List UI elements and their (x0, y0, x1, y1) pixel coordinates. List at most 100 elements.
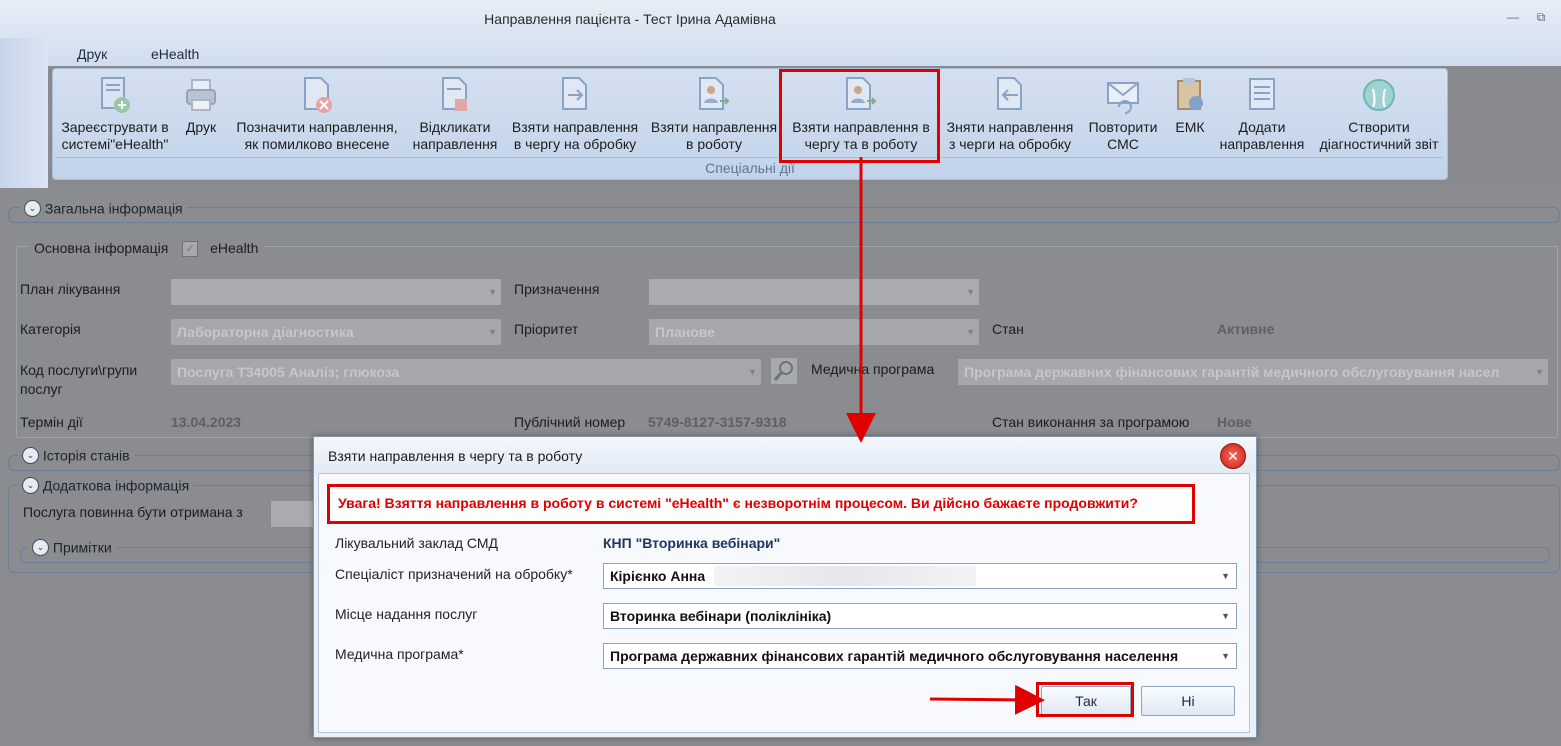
chevron-down-icon: ▼ (488, 327, 497, 337)
take-to-queue-button[interactable]: Взяти направлення в чергу на обробку (506, 75, 644, 161)
public-number-value: 5749-8127-3157-9318 (648, 414, 787, 430)
menu-bar: Друк eHealth (0, 38, 1561, 66)
facility-label: Лікувальний заклад СМД (335, 535, 498, 551)
emk-icon (1177, 78, 1203, 110)
service-code-label-line1: Код послуги\групи (20, 362, 138, 378)
confirm-dialog: Взяти направлення в чергу та в роботу ✕ … (313, 436, 1257, 738)
purpose-select[interactable]: ▼ (648, 278, 980, 306)
restore-button[interactable]: ⧉ (1534, 10, 1548, 24)
take-to-work-button[interactable]: Взяти направлення в роботу (648, 75, 780, 161)
chevron-down-icon: ▼ (748, 367, 757, 377)
ehealth-checkbox[interactable]: ✓ (182, 241, 199, 258)
ribbon-separator (55, 157, 1443, 158)
search-icon (773, 361, 793, 381)
general-section-title: Загальна інформація (44, 200, 183, 217)
place-value: Вторинка вебінари (поліклініка) (610, 608, 832, 624)
chevron-down-icon: ▼ (488, 287, 497, 297)
sms-icon (1107, 82, 1139, 114)
facility-value: КНП "Вторинка вебінари" (603, 535, 781, 551)
minimize-button[interactable]: — (1506, 10, 1520, 24)
notes-section-header[interactable]: ⌄ Примітки (28, 538, 116, 556)
notes-section-title: Примітки (52, 539, 112, 556)
revoke-label2: направлення (412, 136, 498, 152)
chevron-down-icon: ▼ (1221, 651, 1230, 661)
mark-error-label1: Позначити направлення, (236, 119, 398, 135)
service-code-label: Код послуги\групи послуг (20, 361, 137, 399)
chevron-down-icon: ▼ (1535, 367, 1544, 377)
mark-error-icon (304, 77, 332, 113)
emk-button[interactable]: ЕМК (1165, 75, 1215, 161)
register-icon (101, 77, 130, 113)
menu-ehealth[interactable]: eHealth (151, 46, 199, 62)
history-section-header[interactable]: ⌄ Історія станів (18, 446, 134, 464)
no-button[interactable]: Ні (1141, 686, 1235, 716)
priority-select[interactable]: Планове ▼ (648, 318, 980, 346)
program-value: Програма державних фінансових гарантій м… (610, 648, 1179, 664)
chevron-down-icon[interactable]: ⌄ (32, 538, 49, 556)
service-received-input[interactable] (270, 500, 318, 528)
chevron-down-icon[interactable]: ⌄ (22, 446, 39, 464)
history-section-title: Історія станів (42, 447, 130, 464)
specialist-label: Спеціаліст призначений на обробку* (335, 566, 573, 582)
general-section-header[interactable]: ⌄ Загальна інформація (20, 199, 187, 217)
ribbon-special-actions: Зареєструвати в системі"eHealth" Друк По… (52, 68, 1448, 180)
chevron-down-icon: ▼ (1221, 571, 1230, 581)
take-to-queue-label2: в чергу на обробку (513, 136, 637, 152)
resend-sms-button[interactable]: Повторити СМС (1083, 75, 1163, 161)
ribbon-highlight (779, 69, 940, 163)
specialist-select[interactable]: Кірієнко Анна ▼ (603, 563, 1237, 589)
place-select[interactable]: Вторинка вебінари (поліклініка) ▼ (603, 603, 1237, 629)
printer-icon (186, 79, 216, 111)
remove-from-queue-button[interactable]: Зняти направлення з черги на обробку (941, 75, 1079, 161)
basic-info-header: Основна інформація ✓ eHealth (28, 240, 265, 258)
revoke-label1: Відкликати (419, 119, 491, 135)
purpose-label: Призначення (514, 281, 600, 297)
take-to-work-label1: Взяти направлення (650, 119, 778, 135)
window-title-bar: Направлення пацієнта - Тест Ірина Адамів… (0, 0, 1561, 39)
chevron-down-icon[interactable]: ⌄ (22, 476, 39, 494)
queue-icon (562, 77, 587, 110)
create-diagnostic-report-button[interactable]: Створити діагностичний звіт (1313, 75, 1445, 161)
close-button[interactable]: ✕ (1220, 443, 1246, 469)
yes-button-highlight (1036, 682, 1134, 717)
warning-box: Увага! Взяття направлення в роботу в сис… (327, 484, 1195, 524)
additional-section-title: Додаткова інформація (42, 477, 190, 494)
print-label: Друк (185, 119, 217, 135)
medprog-label: Медична програма (811, 361, 935, 377)
menu-print[interactable]: Друк (77, 46, 107, 62)
service-select[interactable]: Послуга Т34005 Аналіз; глюкоза ▼ (170, 358, 762, 386)
revoke-button[interactable]: Відкликати направлення (409, 75, 501, 161)
blurred-name (714, 566, 976, 586)
remove-from-queue-icon (997, 77, 1022, 110)
chevron-down-icon: ▼ (966, 287, 975, 297)
basic-info-title: Основна інформація (34, 240, 169, 256)
close-icon: ✕ (1227, 448, 1239, 464)
medprog-value: Програма державних фінансових гарантій м… (964, 364, 1500, 380)
search-button[interactable] (770, 357, 798, 385)
ribbon-group-label: Спеціальні дії (705, 160, 795, 176)
warning-text: Увага! Взяття направлення в роботу в сис… (338, 495, 1138, 511)
program-select[interactable]: Програма державних фінансових гарантій м… (603, 643, 1237, 669)
create-diagnostic-report-label1: Створити (1348, 119, 1410, 135)
register-ehealth-label1: Зареєструвати в (61, 119, 169, 135)
chevron-down-icon[interactable]: ⌄ (24, 199, 41, 217)
plan-select[interactable]: ▼ (170, 278, 502, 306)
exec-status-value: Нове (1217, 414, 1252, 430)
take-to-queue-label1: Взяти направлення (511, 119, 639, 135)
specialist-value: Кірієнко Анна (610, 568, 706, 584)
add-referral-icon (1249, 78, 1275, 110)
term-label: Термін дії (20, 414, 83, 430)
add-referral-button[interactable]: Додати направлення (1215, 75, 1309, 161)
register-ehealth-button[interactable]: Зареєструвати в системі"eHealth" (55, 75, 175, 161)
additional-section-header[interactable]: ⌄ Додаткова інформація (18, 476, 194, 494)
chevron-down-icon: ▼ (1221, 611, 1230, 621)
mark-error-label2: як помилково внесене (244, 136, 390, 152)
medprog-select[interactable]: Програма державних фінансових гарантій м… (957, 358, 1549, 386)
mark-error-button[interactable]: Позначити направлення, як помилково внес… (229, 75, 405, 161)
resend-sms-label2: СМС (1107, 136, 1139, 152)
chevron-down-icon: ▼ (966, 327, 975, 337)
general-section-frame (8, 207, 1560, 223)
service-value: Послуга Т34005 Аналіз; глюкоза (177, 364, 400, 380)
category-select[interactable]: Лабораторна діагностика ▼ (170, 318, 502, 346)
print-button[interactable]: Друк (177, 75, 225, 161)
